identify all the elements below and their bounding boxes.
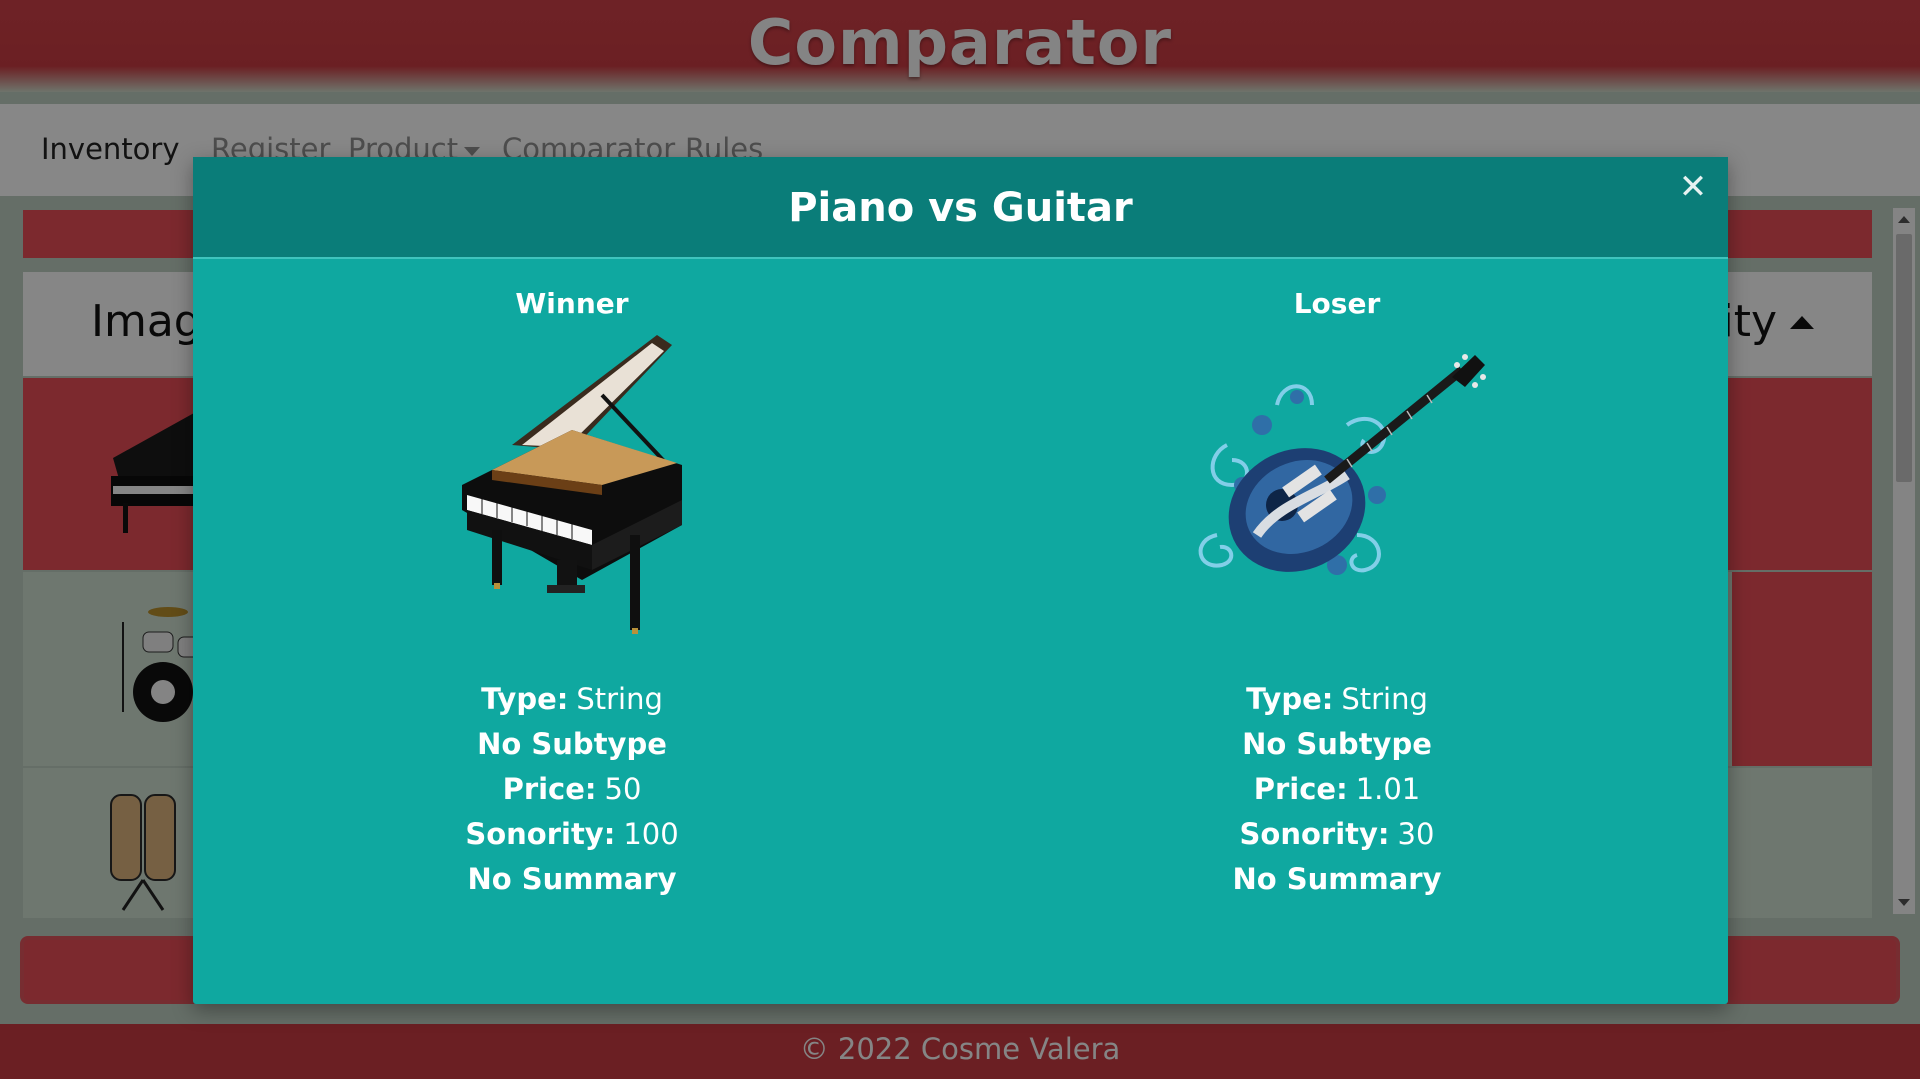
loser-column: Loser Type: String No Subtype Price: 1.0… [987, 287, 1687, 902]
winner-summary: No Summary [467, 862, 677, 896]
winner-label: Winner [515, 287, 629, 320]
winner-details: Type: String No Subtype Price: 50 Sonority… [222, 677, 922, 902]
comparison-modal: Piano vs Guitar ✕ Winner Type: String No… [193, 157, 1728, 1004]
loser-summary: No Summary [1232, 862, 1442, 896]
loser-label: Loser [1293, 287, 1381, 320]
modal-title: Piano vs Guitar [788, 185, 1133, 231]
electric-guitar-image [1198, 354, 1486, 575]
loser-subtype: No Subtype [1242, 727, 1432, 761]
winner-column: Winner Type: String No Subtype Price: 50… [222, 287, 922, 902]
loser-details: Type: String No Subtype Price: 1.01 Sonori… [987, 677, 1687, 902]
loser-price: Price: 1.01 [1253, 772, 1421, 806]
loser-sonority: Sonority: 30 [1239, 817, 1435, 851]
loser-type: Type: String [1246, 682, 1428, 716]
close-icon[interactable]: ✕ [1675, 169, 1711, 205]
winner-sonority: Sonority: 100 [465, 817, 679, 851]
modal-header: Piano vs Guitar ✕ [193, 157, 1728, 259]
grand-piano-image [462, 335, 682, 634]
winner-subtype: No Subtype [477, 727, 667, 761]
winner-type: Type: String [481, 682, 663, 716]
winner-image [222, 335, 922, 645]
winner-price: Price: 50 [502, 772, 642, 806]
loser-image [987, 335, 1687, 645]
